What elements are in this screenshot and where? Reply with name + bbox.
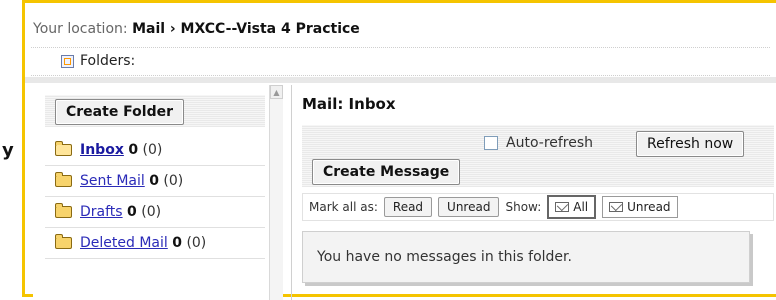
location-prefix: Your location: [33, 21, 128, 37]
show-label: Show: [505, 200, 542, 214]
message-toolbar: Auto-refresh Refresh now Create Message [302, 125, 774, 187]
folder-list: Inbox 0 (0) Sent Mail 0 (0) Drafts 0 (0)… [45, 135, 265, 259]
folder-unread-count: 0 [149, 173, 159, 189]
empty-folder-text: You have no messages in this folder. [317, 249, 572, 265]
folder-item-inbox[interactable]: Inbox 0 (0) [45, 135, 265, 166]
divider [31, 75, 770, 76]
folder-unread-count: 0 [172, 235, 182, 251]
sidebar-toolbar: Create Folder [45, 95, 265, 127]
auto-refresh-checkbox[interactable] [484, 136, 498, 150]
folder-sidebar: Create Folder Inbox 0 (0) Sent Mail 0 (0… [33, 85, 270, 300]
show-all-label: All [573, 200, 589, 214]
folder-unread-count: 0 [127, 204, 137, 220]
folders-label: Folders: [80, 53, 136, 69]
folders-toggle[interactable]: Folders: [61, 53, 135, 69]
folder-total-count: (0) [142, 142, 163, 158]
mail-frame: Your location: Mail › MXCC--Vista 4 Prac… [22, 0, 776, 300]
folder-total-count: (0) [186, 235, 207, 251]
folder-item-sent-mail[interactable]: Sent Mail 0 (0) [45, 166, 265, 197]
auto-refresh-toggle[interactable]: Auto-refresh [484, 135, 593, 151]
page-title: Mail: Inbox [302, 95, 396, 113]
folder-icon [55, 203, 72, 218]
panel-divider [25, 77, 776, 83]
envelope-icon [609, 202, 624, 212]
breadcrumb: Your location: Mail › MXCC--Vista 4 Prac… [33, 21, 360, 37]
folder-total-count: (0) [141, 204, 162, 220]
create-folder-button[interactable]: Create Folder [55, 99, 185, 125]
mark-read-button[interactable]: Read [383, 197, 433, 217]
folder-icon [55, 172, 72, 187]
empty-folder-message: You have no messages in this folder. [302, 231, 750, 283]
show-all-tab[interactable]: All [547, 195, 597, 219]
folder-link-inbox[interactable]: Inbox [80, 142, 124, 158]
edge-fragment-text: y [2, 140, 14, 161]
folder-unread-count: 0 [128, 142, 139, 158]
folder-link-sent-mail[interactable]: Sent Mail [80, 173, 145, 189]
refresh-now-button[interactable]: Refresh now [636, 131, 745, 157]
show-unread-label: Unread [627, 200, 671, 214]
envelope-icon [555, 202, 570, 212]
message-panel: Mail: Inbox Auto-refresh Refresh now Cre… [291, 85, 776, 300]
show-unread-tab[interactable]: Unread [602, 196, 678, 218]
location-path: Mail › MXCC--Vista 4 Practice [132, 21, 360, 37]
auto-refresh-label: Auto-refresh [506, 135, 594, 151]
folder-item-drafts[interactable]: Drafts 0 (0) [45, 197, 265, 228]
mark-unread-button[interactable]: Unread [438, 197, 500, 217]
open-folder-icon [55, 141, 72, 156]
create-message-button[interactable]: Create Message [312, 159, 461, 185]
mark-all-label: Mark all as: [309, 200, 378, 214]
folder-total-count: (0) [163, 173, 184, 189]
message-filter-bar: Mark all as: Read Unread Show: All Unrea… [302, 193, 774, 221]
scroll-up-arrow-icon[interactable]: ▲ [270, 85, 283, 99]
folders-toggle-icon[interactable] [61, 54, 74, 68]
folder-link-drafts[interactable]: Drafts [80, 204, 123, 220]
folder-item-deleted-mail[interactable]: Deleted Mail 0 (0) [45, 228, 265, 259]
sidebar-scrollbar[interactable]: ▲ [269, 85, 283, 300]
folder-icon [55, 234, 72, 249]
folder-link-deleted-mail[interactable]: Deleted Mail [80, 235, 168, 251]
divider [31, 47, 770, 48]
